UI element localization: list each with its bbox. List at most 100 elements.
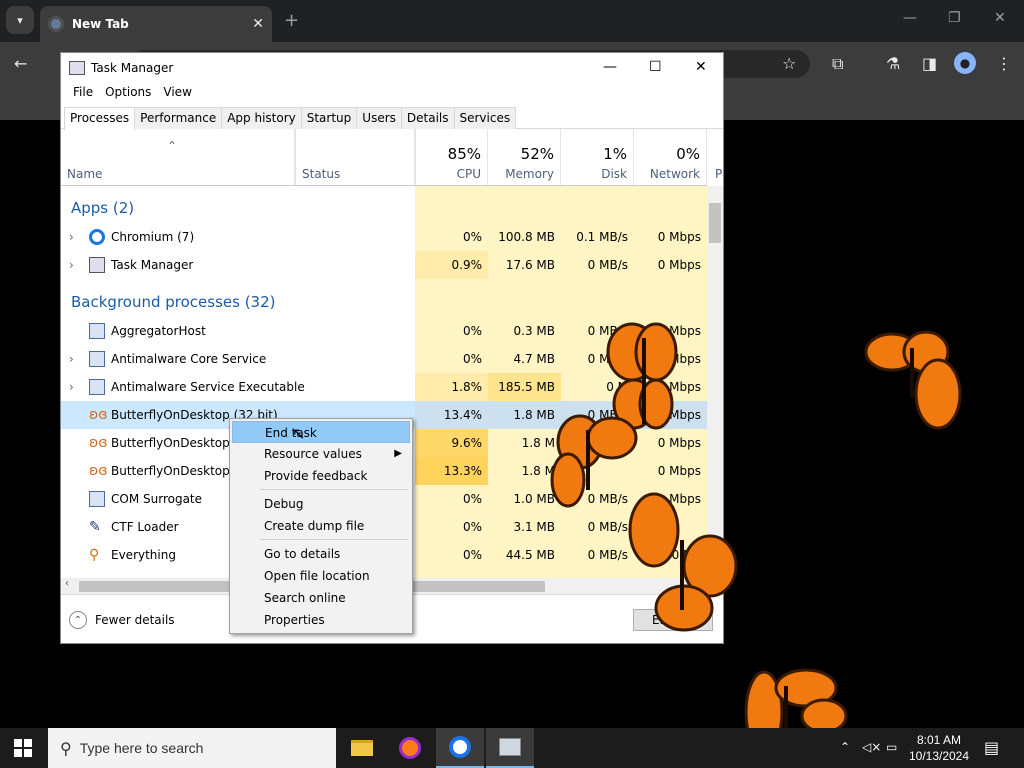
process-name: CTF Loader <box>111 520 179 534</box>
cpu-value: 0.9% <box>415 251 488 279</box>
sort-ascending-icon: ⌃ <box>167 139 178 153</box>
network-icon[interactable]: ▭ <box>886 740 897 754</box>
side-panel-icon[interactable]: ◨ <box>922 54 937 73</box>
power-label: P <box>715 167 723 181</box>
menu-file[interactable]: File <box>67 83 99 103</box>
column-cpu[interactable]: 85% CPU <box>415 129 488 185</box>
show-hidden-icons-icon[interactable]: ⌃ <box>840 740 850 754</box>
memory-total: 52% <box>520 145 554 163</box>
labs-icon[interactable]: ⚗ <box>886 54 900 73</box>
column-status[interactable]: Status <box>295 129 415 185</box>
column-memory[interactable]: 52% Memory <box>488 129 561 185</box>
submenu-arrow-icon: ▶ <box>394 448 402 459</box>
menu-go-to-details[interactable]: Go to details <box>232 543 410 565</box>
disk-value: 0.1 MB/s <box>576 230 628 244</box>
task-manager-icon <box>89 257 105 273</box>
window-title: Task Manager <box>91 61 174 75</box>
group-background-label: Background processes (32) <box>71 293 276 311</box>
notifications-icon[interactable]: ▤ <box>984 738 999 757</box>
cpu-value: 0% <box>462 548 482 562</box>
menu-end-task[interactable]: End task <box>232 421 410 443</box>
firefox-icon <box>399 737 421 759</box>
taskbar-search-input[interactable]: ⚲ Type here to search <box>48 728 336 768</box>
tm-close-button[interactable]: ✕ <box>695 59 707 75</box>
expand-icon[interactable]: › <box>69 251 74 279</box>
tab-performance[interactable]: Performance <box>134 107 223 129</box>
chevron-up-icon: ⌃ <box>69 611 87 629</box>
cpu-value: 1.8% <box>415 373 488 401</box>
expand-icon[interactable]: › <box>69 373 74 401</box>
chromium-icon <box>449 736 471 758</box>
cpu-value: 13.4% <box>415 401 488 429</box>
menu-view[interactable]: View <box>157 83 197 103</box>
restore-button[interactable]: ❐ <box>948 10 961 26</box>
firefox-button[interactable] <box>386 728 434 768</box>
menu-search-online[interactable]: Search online <box>232 587 410 609</box>
tab-close-icon[interactable]: ✕ <box>252 16 264 32</box>
ctf-loader-pen-icon: ✎ <box>89 519 101 535</box>
bookmark-star-icon[interactable]: ☆ <box>782 54 796 73</box>
tab-users[interactable]: Users <box>356 107 402 129</box>
mouse-cursor-icon: ↖ <box>292 424 306 443</box>
column-network[interactable]: 0% Network <box>634 129 707 185</box>
cpu-total: 85% <box>447 145 481 163</box>
process-name: ButterflyOnDesktop (3 <box>111 464 246 478</box>
expand-icon[interactable]: › <box>69 345 74 373</box>
file-explorer-button[interactable] <box>338 728 386 768</box>
menu-open-file-location[interactable]: Open file location <box>232 565 410 587</box>
tab-search-button[interactable]: ▾ <box>6 6 34 34</box>
task-manager-button[interactable] <box>486 728 534 768</box>
menu-provide-feedback[interactable]: Provide feedback <box>232 465 410 487</box>
minimize-button[interactable]: — <box>903 10 917 26</box>
volume-muted-icon[interactable]: ◁× <box>862 740 881 754</box>
profile-avatar-icon[interactable]: ● <box>954 52 976 74</box>
group-apps-label: Apps (2) <box>71 199 135 217</box>
tab-title: New Tab <box>72 17 129 31</box>
butterfly-icon: ʚɞ <box>89 435 108 451</box>
menu-properties[interactable]: Properties <box>232 609 410 631</box>
cpu-value: 0% <box>462 520 482 534</box>
network-total: 0% <box>676 145 700 163</box>
app-window-icon <box>89 379 105 395</box>
table-row[interactable]: › Chromium (7) 0% 100.8 MB 0.1 MB/s 0 Mb… <box>61 223 707 251</box>
chromium-button[interactable] <box>436 728 484 768</box>
scroll-left-icon[interactable]: ‹ <box>65 578 69 589</box>
process-name: ButterflyOnDesktop (3 <box>111 436 246 450</box>
system-clock[interactable]: 8:01 AM 10/13/2024 <box>904 732 974 764</box>
browser-menu-icon[interactable]: ⋮ <box>996 54 1012 73</box>
extensions-icon[interactable]: ⧉ <box>832 54 843 74</box>
tm-minimize-button[interactable]: — <box>603 59 617 75</box>
memory-value: 0.3 MB <box>513 324 555 338</box>
tm-maximize-button[interactable]: ☐ <box>649 59 662 75</box>
group-background: Background processes (32) <box>61 287 707 315</box>
menu-options[interactable]: Options <box>99 83 157 103</box>
column-name-label: Name <box>67 167 103 181</box>
app-window-icon <box>89 491 105 507</box>
browser-tab[interactable]: New Tab ✕ <box>40 6 272 42</box>
new-tab-button[interactable]: + <box>284 10 299 31</box>
process-name: Chromium (7) <box>111 230 195 244</box>
tab-processes[interactable]: Processes <box>64 107 136 130</box>
tab-app-history[interactable]: App history <box>221 107 302 129</box>
column-power[interactable]: P <box>707 129 723 185</box>
menu-resource-values[interactable]: Resource values ▶ <box>232 443 410 465</box>
menu-debug[interactable]: Debug <box>232 493 410 515</box>
fewer-details-toggle[interactable]: ⌃ Fewer details <box>69 611 175 629</box>
windows-start-icon[interactable] <box>14 739 32 757</box>
network-value: 0 Mbps <box>657 464 701 478</box>
tab-services[interactable]: Services <box>453 107 517 129</box>
memory-value: 17.6 MB <box>505 258 555 272</box>
back-icon[interactable]: ← <box>14 54 27 73</box>
column-name[interactable]: ⌃ Name <box>61 129 295 185</box>
column-disk[interactable]: 1% Disk <box>561 129 634 185</box>
menu-create-dump-file[interactable]: Create dump file <box>232 515 410 537</box>
expand-icon[interactable]: › <box>69 223 74 251</box>
tab-startup[interactable]: Startup <box>300 107 358 129</box>
column-status-label: Status <box>302 167 341 181</box>
butterfly-icon <box>864 330 962 430</box>
vertical-scroll-thumb[interactable] <box>709 203 721 243</box>
new-tab-icon <box>48 16 64 32</box>
table-row[interactable]: › Task Manager 0.9% 17.6 MB 0 MB/s 0 Mbp… <box>61 251 707 279</box>
close-button[interactable]: ✕ <box>994 10 1006 26</box>
tab-details[interactable]: Details <box>400 107 455 129</box>
